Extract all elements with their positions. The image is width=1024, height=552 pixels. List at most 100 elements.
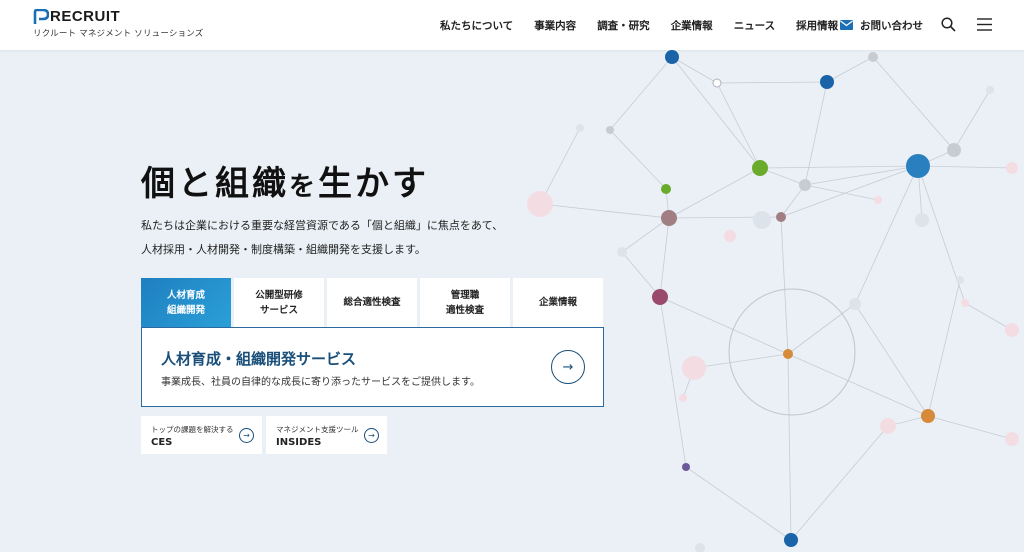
network-node (961, 299, 969, 307)
network-edge (790, 425, 889, 541)
network-edge (964, 302, 1013, 331)
tab-manager-test[interactable]: 管理職 適性検査 (420, 278, 510, 327)
hamburger-menu-icon[interactable] (977, 18, 992, 31)
network-node (776, 212, 786, 222)
network-node (1005, 323, 1019, 337)
network-edge (953, 89, 991, 151)
network-node (783, 349, 793, 359)
network-edge (804, 165, 919, 186)
network-node (1005, 432, 1019, 446)
network-node (820, 75, 834, 89)
hero-title-part1: 個と組織 (141, 164, 289, 204)
card-insides[interactable]: マネジメント支援ツール INSIDES → (266, 416, 387, 454)
network-edge (716, 82, 761, 169)
company-logo[interactable]: RECRUIT リクルート マネジメント ソリューションズ (33, 8, 204, 39)
network-node (661, 184, 671, 194)
network-edge (671, 56, 761, 169)
logo-text: RECRUIT (50, 8, 121, 25)
network-edge (609, 129, 667, 190)
card-ces[interactable]: トップの課題を解決する CES → (141, 416, 262, 454)
recruit-logo-icon (33, 8, 49, 24)
network-node (712, 78, 722, 88)
network-node (986, 86, 994, 94)
network-node (956, 276, 964, 284)
network-node (921, 409, 935, 423)
nav-business[interactable]: 事業内容 (534, 18, 576, 33)
network-node (576, 124, 584, 132)
network-node (652, 289, 668, 305)
network-edge (685, 466, 792, 541)
hero-desc-line1: 私たちは企業における重要な経営資源である「個と組織」に焦点をあて、 (141, 219, 504, 232)
network-node (868, 52, 878, 62)
hero-title-part3: 生かす (318, 164, 430, 204)
network-edge (759, 165, 919, 169)
tab-development[interactable]: 人材育成 組織開発 (141, 278, 231, 328)
panel-title: 人材育成・組織開発サービス (161, 350, 357, 368)
nav-company[interactable]: 企業情報 (671, 18, 713, 33)
tab-public-training[interactable]: 公開型研修 サービス (234, 278, 324, 327)
hero-title: 個と組織を生かす (141, 156, 429, 205)
network-edge (668, 167, 761, 219)
network-node (617, 247, 627, 257)
network-edge (609, 56, 673, 131)
card-insides-name: INSIDES (276, 437, 322, 448)
network-node (849, 298, 861, 310)
network-node (880, 418, 896, 434)
network-node (799, 179, 811, 191)
network-edge (854, 165, 919, 305)
network-edge (872, 56, 955, 151)
network-edge (787, 353, 792, 541)
network-node (753, 211, 771, 229)
panel-arrow-button[interactable]: → (551, 350, 585, 384)
network-edge (917, 165, 1013, 169)
service-tabs: 人材育成 組織開発 公開型研修 サービス 総合適性検査 管理職 適性検査 企業情… (141, 278, 606, 328)
network-node (665, 50, 679, 64)
nav-about[interactable]: 私たちについて (440, 18, 513, 33)
network-edge (621, 217, 670, 253)
network-node (1006, 162, 1018, 174)
hero-title-particle: を (289, 172, 319, 202)
card-ces-name: CES (151, 437, 173, 448)
panel-description: 事業成長、社員の自律的な成長に寄り添ったサービスをご提供します。 (161, 377, 480, 388)
network-edge (693, 353, 789, 369)
logo-subtitle: リクルート マネジメント ソリューションズ (33, 29, 204, 39)
network-edge (927, 279, 961, 417)
network-edge (804, 184, 879, 201)
nav-news[interactable]: ニュース (734, 18, 775, 33)
network-node (915, 213, 929, 227)
network-edge (787, 353, 929, 417)
site-header: RECRUIT リクルート マネジメント ソリューションズ 私たちについて 事業… (0, 0, 1024, 50)
network-node (874, 196, 882, 204)
network-edge (780, 216, 789, 355)
network-node (682, 463, 690, 471)
network-edge (787, 303, 856, 355)
tab-company-info[interactable]: 企業情報 (513, 278, 603, 327)
service-panel[interactable]: 人材育成・組織開発サービス 事業成長、社員の自律的な成長に寄り添ったサービスをご… (141, 327, 604, 407)
network-edge (826, 56, 874, 83)
network-node (661, 210, 677, 226)
network-node (682, 356, 706, 380)
nav-recruit[interactable]: 採用情報 (796, 18, 838, 33)
global-nav: 私たちについて 事業内容 調査・研究 企業情報 ニュース 採用情報 (440, 0, 859, 50)
nav-research[interactable]: 調査・研究 (597, 18, 650, 33)
tab-aptitude-test[interactable]: 総合適性検査 (327, 278, 417, 327)
hero-heading: 個と組織を生かす (141, 156, 429, 205)
network-edge (671, 56, 718, 84)
network-node (752, 160, 768, 176)
hero-desc-line2: 人材採用・人材開発・制度構築・組織開発を支援します。 (141, 243, 426, 256)
network-edge (716, 81, 828, 84)
card-insides-subtitle: マネジメント支援ツール (276, 425, 359, 434)
network-edge (804, 81, 828, 186)
network-node (724, 230, 736, 242)
card-ces-subtitle: トップの課題を解決する (151, 425, 234, 434)
network-node (906, 154, 930, 178)
network-edge (621, 251, 661, 298)
search-icon[interactable] (941, 17, 956, 32)
network-edge (659, 217, 670, 298)
hero-description: 私たちは企業における重要な経営資源である「個と組織」に焦点をあて、 人材採用・人… (141, 214, 571, 262)
card-insides-arrow-icon[interactable]: → (364, 428, 379, 443)
network-edge (659, 296, 687, 468)
card-ces-arrow-icon[interactable]: → (239, 428, 254, 443)
network-edge (854, 303, 929, 417)
contact-link[interactable]: お問い合わせ (840, 0, 923, 50)
